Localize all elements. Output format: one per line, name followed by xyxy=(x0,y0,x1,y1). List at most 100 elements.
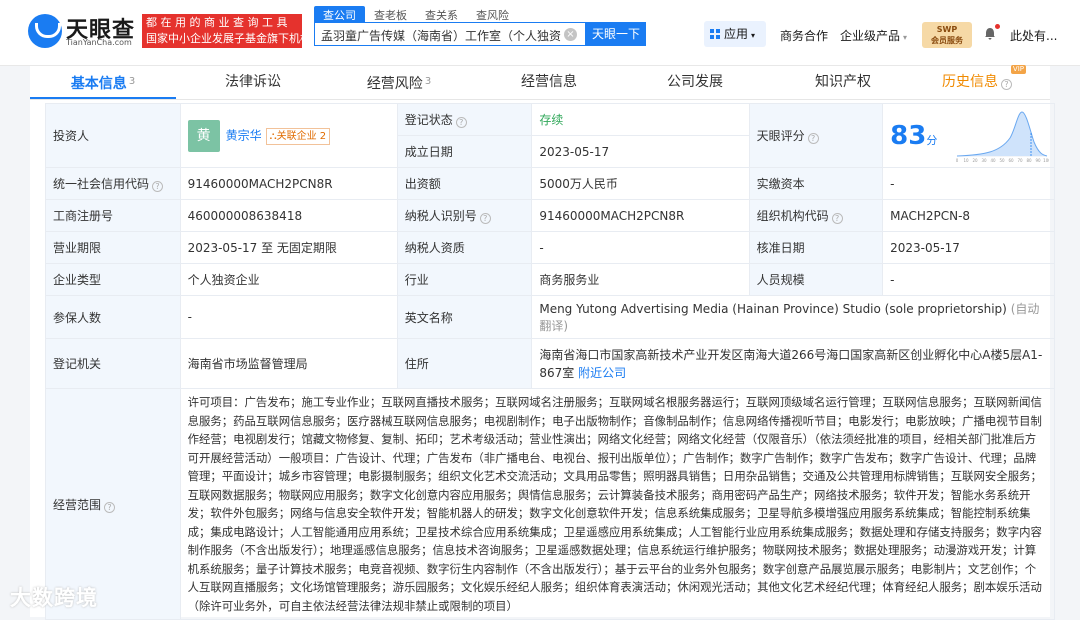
help-icon[interactable]: ? xyxy=(152,181,164,192)
tab-ip[interactable]: 知识产权 xyxy=(770,66,916,99)
org-code-label-text: 组织机构代码 xyxy=(756,209,829,223)
nav-enterprise-label: 企业级产品 xyxy=(840,29,901,43)
chart-tick-label: 40 xyxy=(991,158,997,163)
help-icon[interactable]: ? xyxy=(104,501,116,513)
reg-status-label-text: 登记状态 xyxy=(404,113,453,127)
tab-legal[interactable]: 法律诉讼 xyxy=(180,66,326,99)
chart-tick-label: 50 xyxy=(1000,158,1006,163)
member-service-label: 会员服务 xyxy=(931,36,963,45)
term-value: 2023-05-17 至 无固定期限 xyxy=(179,231,398,264)
slogan-banner: 都 在 用 的 商 业 查 询 工 具 国家中小企业发展子基金旗下机构 xyxy=(142,14,311,48)
type-label: 企业类型 xyxy=(45,263,181,296)
grid-icon xyxy=(710,29,720,39)
chart-tick-label: 0 xyxy=(956,158,959,163)
score-label: 天眼评分? xyxy=(748,103,884,168)
chart-tick-label: 60 xyxy=(1009,158,1015,163)
type-value: 个人独资企业 xyxy=(179,263,398,296)
clear-icon[interactable]: × xyxy=(564,28,577,41)
taxpayer-id-label-text: 纳税人识别号 xyxy=(404,209,477,223)
chart-tick-label: 30 xyxy=(982,158,988,163)
tab-label: 经营风险 xyxy=(366,76,423,92)
search-button[interactable]: 天眼一下 xyxy=(586,22,646,46)
nearby-companies-link[interactable]: 附近公司 xyxy=(578,366,626,380)
biz-reg-no-value: 460000008638418 xyxy=(179,199,398,232)
logo[interactable]: 天眼查 TianYanCha.com xyxy=(28,12,136,50)
org-code-label: 组织机构代码? xyxy=(748,199,884,232)
approve-date-label: 核准日期 xyxy=(748,231,884,264)
capital-label: 出资额 xyxy=(396,167,533,200)
insured-value: - xyxy=(179,295,398,339)
score-label-text: 天眼评分 xyxy=(756,129,805,143)
bell-icon[interactable] xyxy=(984,27,996,40)
paid-capital-label: 实缴资本 xyxy=(748,167,884,200)
avatar: 黄 xyxy=(187,119,220,152)
tab-count: 3 xyxy=(424,76,432,87)
caret-down-icon: ▾ xyxy=(903,33,908,42)
reg-status-label: 登记状态? xyxy=(396,103,533,136)
user-menu[interactable]: 此处有... xyxy=(1010,27,1057,44)
swp-label: SWP xyxy=(936,25,958,34)
score-distribution-chart: 0 102030405060708090100 xyxy=(956,111,1049,163)
english-name-label: 英文名称 xyxy=(396,295,533,339)
nav-business-cooperation[interactable]: 商务合作 xyxy=(780,27,828,44)
taxpayer-id-label: 纳税人识别号? xyxy=(396,199,533,232)
term-label: 营业期限 xyxy=(45,231,181,264)
basic-info-panel: 投资人 黄黄宗华 ⛬关联企业 2 登记状态? 存续 天眼评分? 83分 0 10 20… xyxy=(30,100,1056,620)
vip-badge: VIP xyxy=(1010,65,1026,74)
insured-label: 参保人数 xyxy=(45,295,181,339)
approve-date-value: 2023-05-17 xyxy=(882,231,1055,264)
related-icon: ⛬ xyxy=(269,131,277,142)
tab-business-risk[interactable]: 经营风险 3 xyxy=(326,66,472,99)
nav-apps-button[interactable]: 应用 ▾ xyxy=(704,21,766,47)
help-icon[interactable]: ? xyxy=(455,117,467,128)
industry-label: 行业 xyxy=(396,263,533,296)
tab-label: 经营信息 xyxy=(521,74,577,90)
tab-count: 3 xyxy=(128,76,136,87)
help-icon: ? xyxy=(1001,79,1012,90)
notification-dot xyxy=(995,24,1000,29)
related-label: 关联企业 2 xyxy=(276,131,327,142)
paid-capital-value: - xyxy=(882,167,1055,200)
est-date-value: 2023-05-17 xyxy=(531,135,750,168)
chart-tick-label: 20 xyxy=(973,158,979,163)
tab-history[interactable]: 历史信息? VIP xyxy=(904,65,1050,99)
search-input[interactable] xyxy=(321,26,561,44)
chart-tick-label: 10 xyxy=(964,158,970,163)
investor-name-link[interactable]: 黄宗华 xyxy=(226,128,262,142)
slogan-line-1: 都 在 用 的 商 业 查 询 工 具 xyxy=(146,16,288,29)
credit-code-value: 91460000MACH2PCN8R xyxy=(179,167,398,200)
nav-enterprise-products[interactable]: 企业级产品 ▾ xyxy=(840,27,907,44)
logo-eye-icon xyxy=(28,14,62,48)
address-label: 住所 xyxy=(396,338,533,389)
english-name-text: Meng Yutong Advertising Media (Hainan Pr… xyxy=(539,302,1007,316)
reg-status-value: 存续 xyxy=(531,103,750,136)
chart-tick-label: 70 xyxy=(1018,158,1024,163)
staff-value: - xyxy=(882,263,1055,296)
help-icon[interactable]: ? xyxy=(831,213,843,224)
help-icon[interactable]: ? xyxy=(479,213,491,224)
taxpayer-qual-value: - xyxy=(531,231,750,264)
basic-info-table: 投资人 黄黄宗华 ⛬关联企业 2 登记状态? 存续 天眼评分? 83分 0 10 20… xyxy=(45,103,1056,620)
investor-cell: 黄黄宗华 ⛬关联企业 2 xyxy=(179,103,398,168)
credit-code-label-text: 统一社会信用代码 xyxy=(53,177,150,191)
taxpayer-qual-label: 纳税人资质 xyxy=(396,231,533,264)
tab-label: 基本信息 xyxy=(70,76,127,92)
logo-subtitle: TianYanCha.com xyxy=(66,38,132,47)
investor-label: 投资人 xyxy=(45,103,181,168)
score-value: 83 xyxy=(890,120,927,151)
scope-label-text: 经营范围 xyxy=(53,497,102,512)
related-company-badge[interactable]: ⛬关联企业 2 xyxy=(265,128,331,145)
score-cell: 83分 0 102030405060708090100 xyxy=(882,103,1055,168)
help-icon[interactable]: ? xyxy=(807,133,819,144)
chart-tick-label: 80 xyxy=(1027,158,1033,163)
scope-value: 许可项目：广告发布；施工专业作业；互联网直播技术服务；互联网域名注册服务；互联网… xyxy=(179,388,1056,620)
english-name-value: Meng Yutong Advertising Media (Hainan Pr… xyxy=(531,295,1055,339)
tab-business-info[interactable]: 经营信息 xyxy=(476,66,622,99)
nav-apps-label: 应用 xyxy=(724,27,749,41)
chart-tick-label: 100 xyxy=(1043,158,1049,163)
tab-basic-info[interactable]: 基本信息 3 xyxy=(30,66,176,99)
member-service-button[interactable]: SWP 会员服务 xyxy=(922,22,972,48)
tab-development[interactable]: 公司发展 xyxy=(622,66,768,99)
staff-label: 人员规模 xyxy=(748,263,884,296)
score-unit: 分 xyxy=(926,133,938,147)
